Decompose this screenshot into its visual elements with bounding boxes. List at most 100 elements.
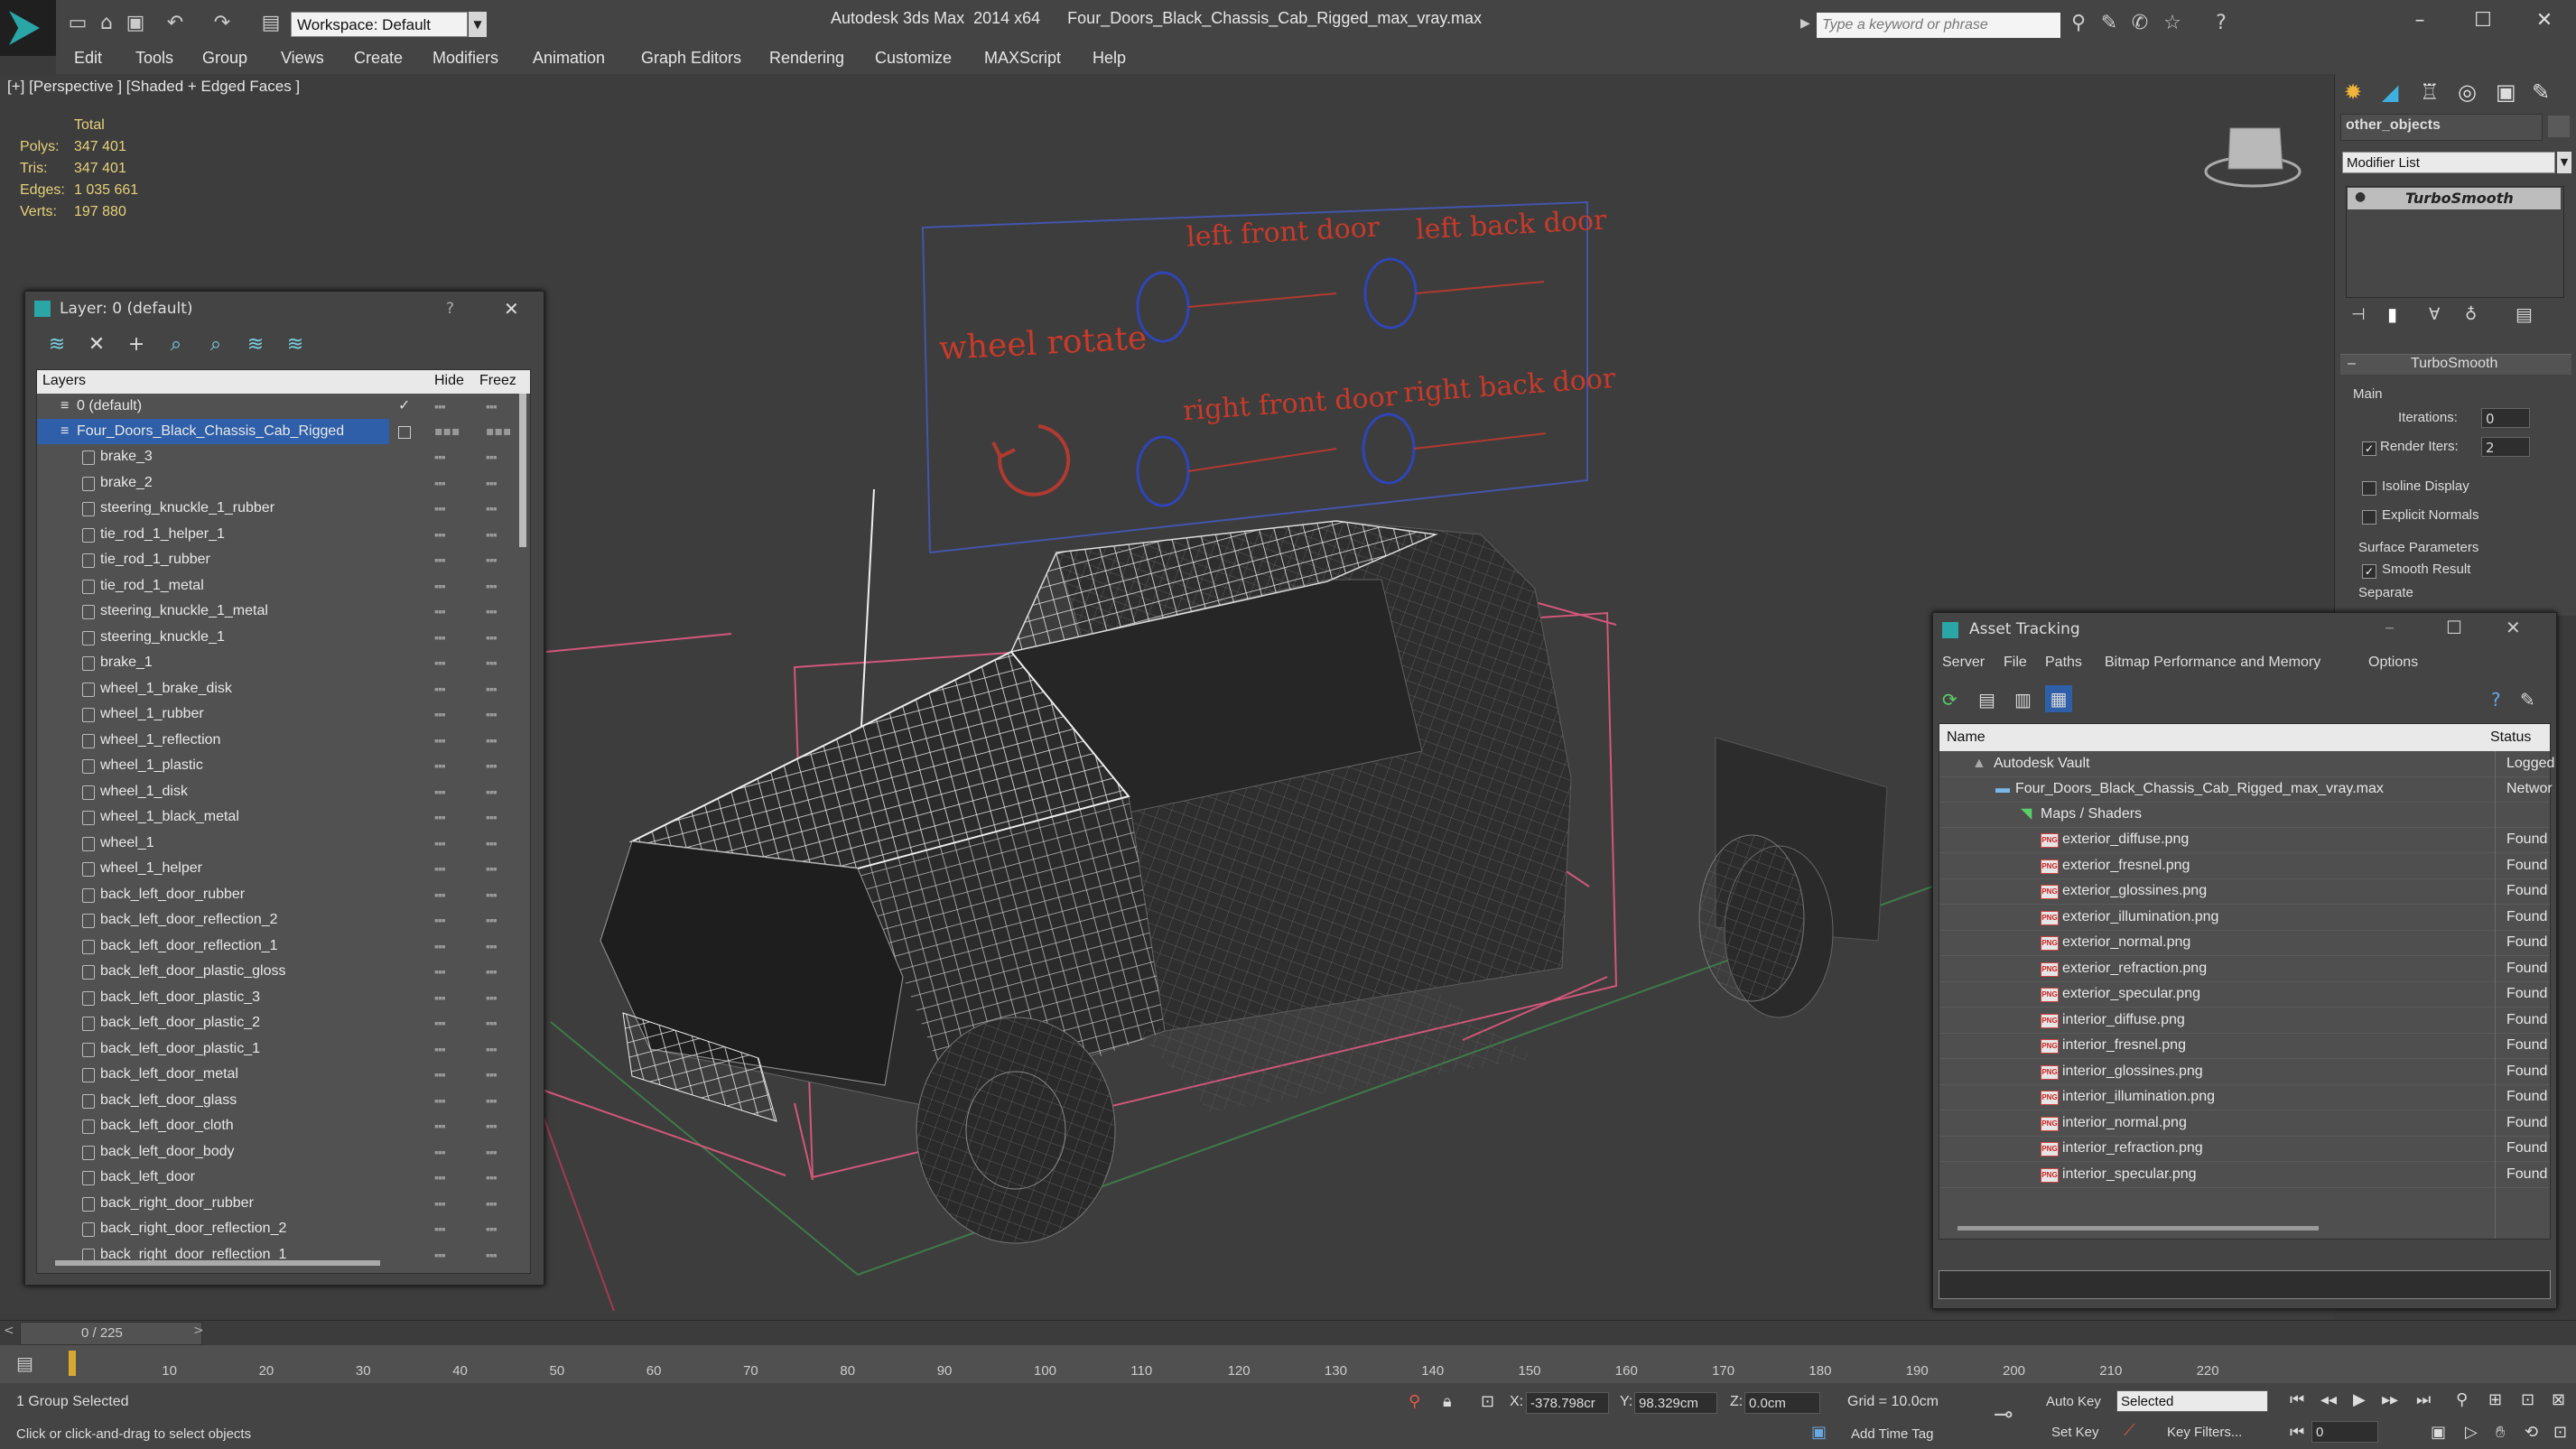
maximize-viewport-icon[interactable]: ⊡ xyxy=(2553,1423,2567,1442)
asset-row[interactable]: PNG interior_specular.png Found xyxy=(1939,1162,2550,1188)
menu-views[interactable]: Views xyxy=(281,49,324,68)
layer-object-row[interactable]: back_left_door_reflection_1 ▪▪▪ ▪▪▪ xyxy=(37,933,516,959)
display-tab-icon[interactable]: ▣ xyxy=(2496,79,2516,105)
next-frame-icon[interactable]: ▸▸ xyxy=(2382,1390,2398,1409)
col-freeze[interactable]: Freez xyxy=(479,373,516,389)
freeze-toggle[interactable]: ▪▪▪ xyxy=(486,394,498,419)
layer-object-row[interactable]: back_left_door_cloth ▪▪▪ ▪▪▪ xyxy=(37,1113,516,1138)
layer-object-row[interactable]: tie_rod_1_metal ▪▪▪ ▪▪▪ xyxy=(37,573,516,599)
freeze-toggle[interactable]: ▪▪▪ xyxy=(486,676,498,701)
layer-object-row[interactable]: wheel_1_rubber ▪▪▪ ▪▪▪ xyxy=(37,701,516,727)
horizontal-scrollbar[interactable] xyxy=(55,1260,380,1266)
col-name[interactable]: Name xyxy=(1947,729,1985,746)
menu-file[interactable]: File xyxy=(2004,655,2027,671)
freeze-toggle[interactable]: ▪▪▪ xyxy=(486,959,498,984)
auto-key-button[interactable]: Auto Key xyxy=(2046,1394,2101,1409)
layer-object-row[interactable]: back_left_door_glass ▪▪▪ ▪▪▪ xyxy=(37,1088,516,1113)
col-layers[interactable]: Layers xyxy=(42,373,86,389)
turbosmooth-rollout[interactable]: – TurboSmooth xyxy=(2340,354,2571,375)
utilities-tab-icon[interactable]: ✎ xyxy=(2532,79,2550,105)
menu-maxscript[interactable]: MAXScript xyxy=(984,49,1061,68)
layer-object-row[interactable]: wheel_1_brake_disk ▪▪▪ ▪▪▪ xyxy=(37,676,516,701)
time-prev-icon[interactable]: < xyxy=(4,1324,14,1338)
go-to-start-icon[interactable]: ⏮ xyxy=(2290,1390,2304,1409)
refresh-icon[interactable]: ⟳ xyxy=(1942,689,1958,711)
hide-toggle[interactable]: ▪▪▪ xyxy=(434,1113,446,1138)
binoculars-icon[interactable]: ⚲ xyxy=(2068,13,2089,34)
asset-tracking-dialog[interactable]: Asset Tracking – ☐ ✕ Server File Paths B… xyxy=(1932,612,2557,1309)
menu-options[interactable]: Options xyxy=(2368,655,2418,671)
asset-row[interactable]: PNG exterior_specular.png Found xyxy=(1939,981,2550,1008)
hide-toggle[interactable]: ▪▪▪ xyxy=(434,1191,446,1216)
time-next-icon[interactable]: > xyxy=(193,1324,204,1338)
col-status[interactable]: Status xyxy=(2490,729,2531,746)
previous-frame-icon[interactable]: ◂◂ xyxy=(2320,1390,2337,1409)
hide-toggle[interactable]: ▪▪▪ xyxy=(434,522,446,547)
set-key-button[interactable]: Set Key xyxy=(2051,1425,2099,1440)
hide-toggle[interactable]: ▪▪▪ xyxy=(434,701,446,727)
highlight-layer-icon[interactable]: ⌕ xyxy=(204,333,228,357)
freeze-toggle[interactable]: ▪▪▪ xyxy=(486,856,498,881)
layer-object-row[interactable]: back_left_door_plastic_2 ▪▪▪ ▪▪▪ xyxy=(37,1010,516,1036)
hide-toggle[interactable]: ▪▪▪ xyxy=(434,1242,446,1268)
set-keys-icon[interactable]: ⟋ xyxy=(2124,1421,2135,1440)
hide-toggle[interactable]: ▪▪▪ xyxy=(434,728,446,753)
hide-toggle[interactable]: ▪▪▪ xyxy=(434,444,446,469)
freeze-toggle[interactable]: ▪▪▪ xyxy=(486,753,498,778)
menu-edit[interactable]: Edit xyxy=(74,49,102,68)
key-mode-icon[interactable]: ⏮ xyxy=(2290,1423,2304,1442)
asset-row-vault[interactable]: ▲ Autodesk Vault Logged xyxy=(1939,751,2554,777)
explicit-normals-checkbox[interactable] xyxy=(2362,510,2376,525)
hide-toggle[interactable]: ▪▪▪ xyxy=(434,394,446,419)
communication-icon[interactable]: ✆ xyxy=(2129,13,2151,34)
freeze-toggle[interactable]: ▪▪▪ xyxy=(486,1062,498,1087)
smooth-result-checkbox[interactable]: ✓ xyxy=(2362,564,2376,579)
lightbulb-icon[interactable]: ● xyxy=(2355,190,2366,204)
workspace-dropdown[interactable]: Workspace: Default xyxy=(291,12,468,37)
menu-animation[interactable]: Animation xyxy=(533,49,605,68)
layer-object-row[interactable]: back_left_door_rubber ▪▪▪ ▪▪▪ xyxy=(37,882,516,907)
layer-object-row[interactable]: wheel_1_disk ▪▪▪ ▪▪▪ xyxy=(37,779,516,804)
create-layer-icon[interactable]: ≋ xyxy=(45,333,69,357)
hide-toggle[interactable]: ▪▪▪ xyxy=(434,1165,446,1190)
play-icon[interactable]: ▶ xyxy=(2353,1390,2366,1409)
hide-toggle[interactable]: ▪▪▪ xyxy=(434,1088,446,1113)
hide-toggle[interactable]: ▪▪▪ xyxy=(434,882,446,907)
track-bar[interactable] xyxy=(0,1345,2576,1383)
layer-object-row[interactable]: brake_1 ▪▪▪ ▪▪▪ xyxy=(37,650,516,675)
freeze-toggle[interactable]: ▪▪▪ xyxy=(486,1088,498,1113)
object-name-field[interactable]: other_objects xyxy=(2346,117,2441,134)
undo-icon[interactable]: ↶ xyxy=(164,13,186,34)
transform-mode-icon[interactable]: ⊡ xyxy=(1481,1392,1494,1411)
hide-toggle[interactable]: ▪▪▪ xyxy=(434,779,446,804)
asset-row[interactable]: PNG interior_diffuse.png Found xyxy=(1939,1008,2550,1034)
hide-toggle[interactable]: ▪▪▪ xyxy=(434,1036,446,1062)
asset-row[interactable]: PNG interior_glossines.png Found xyxy=(1939,1059,2550,1085)
hide-toggle[interactable]: ▪▪▪ xyxy=(434,959,446,984)
key-set-dropdown[interactable]: Selected xyxy=(2116,1390,2268,1412)
time-config-icon[interactable]: ▣ xyxy=(2431,1423,2446,1442)
layer-dialog-titlebar[interactable]: Layer: 0 (default) ? ✕ xyxy=(25,292,544,326)
hide-toggle[interactable]: ▪▪▪ xyxy=(434,1139,446,1165)
list-view-icon[interactable]: ▤ xyxy=(1978,689,1995,711)
render-iters-checkbox[interactable]: ✓ xyxy=(2362,441,2376,456)
menu-graph-editors[interactable]: Graph Editors xyxy=(641,49,741,68)
current-layer-toggle[interactable] xyxy=(398,426,411,439)
freeze-toggle[interactable]: ▪▪▪ xyxy=(486,1113,498,1138)
menu-bitmap-performance[interactable]: Bitmap Performance and Memory xyxy=(2105,655,2320,671)
close-icon[interactable]: ✕ xyxy=(2525,5,2564,36)
zoom-icon[interactable]: ⚲ xyxy=(2456,1390,2468,1409)
freeze-toggle[interactable]: ▪▪▪ xyxy=(486,599,498,624)
search-toggle-icon[interactable]: ▶ xyxy=(1800,16,1810,31)
search-input[interactable]: Type a keyword or phrase xyxy=(1817,13,2060,38)
open-file-icon[interactable]: ⌂ xyxy=(96,13,117,34)
layer-object-row[interactable]: back_right_door_rubber ▪▪▪ ▪▪▪ xyxy=(37,1191,516,1216)
menu-modifiers[interactable]: Modifiers xyxy=(432,49,498,68)
freeze-toggle[interactable]: ▪▪▪ xyxy=(486,1242,498,1268)
command-panel[interactable]: ✹ ◢ ♖ ◎ ▣ ✎ other_objects Modifier List … xyxy=(2334,74,2576,616)
layer-object-row[interactable]: back_left_door_plastic_1 ▪▪▪ ▪▪▪ xyxy=(37,1036,516,1062)
freeze-toggle[interactable]: ▪▪▪ xyxy=(486,985,498,1010)
key-icon[interactable]: ⊸ xyxy=(1994,1401,2013,1428)
layer-row-default[interactable]: ≡ 0 (default) ✓ ▪▪▪ ▪▪▪ xyxy=(37,394,516,419)
menu-help[interactable]: Help xyxy=(1093,49,1126,68)
